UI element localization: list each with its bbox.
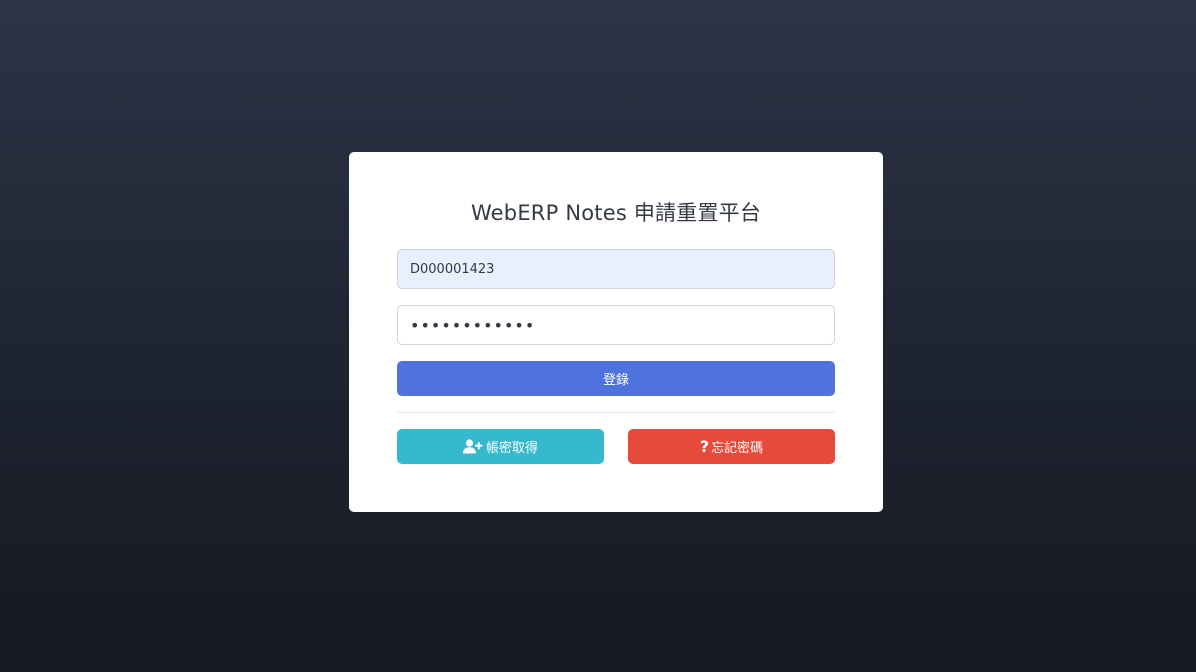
user-plus-icon [462,439,483,454]
login-button-label: 登錄 [602,373,629,388]
login-button[interactable]: 登錄 [397,361,835,396]
forgot-password-button-label: 忘記密碼 [711,441,764,456]
forgot-password-button[interactable]: ? 忘記密碼 [628,429,835,464]
secondary-actions: 帳密取得 ? 忘記密碼 [397,429,835,464]
register-button-label: 帳密取得 [485,441,538,456]
login-card: WebERP Notes 申請重置平台 登錄 帳密取得 ? 忘記密碼 [349,152,883,512]
divider [397,412,835,413]
username-input[interactable] [397,249,835,289]
page-title: WebERP Notes 申請重置平台 [470,201,762,225]
question-icon: ? [699,436,710,456]
register-button[interactable]: 帳密取得 [397,429,604,464]
password-input[interactable] [397,305,835,345]
